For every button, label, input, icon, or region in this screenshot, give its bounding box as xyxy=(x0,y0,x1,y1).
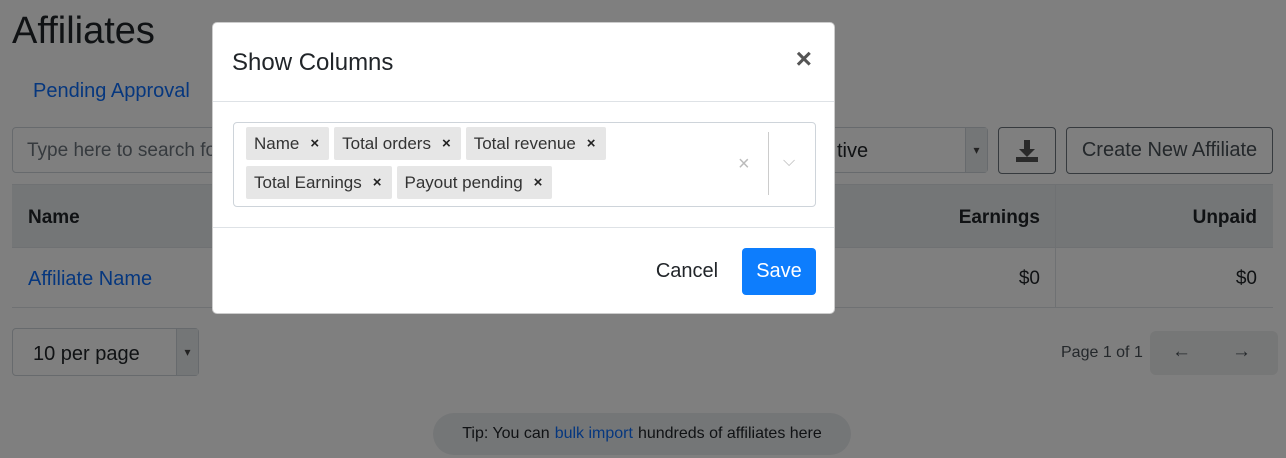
show-columns-modal: Show Columns × Name × Total orders × Total… xyxy=(212,22,835,314)
chip-remove-icon[interactable]: × xyxy=(523,174,553,191)
chip-remove-icon[interactable]: × xyxy=(299,135,329,152)
modal-title: Show Columns xyxy=(232,49,394,76)
chip-payout-pending: Payout pending × xyxy=(396,166,553,199)
chip-total-revenue: Total revenue × xyxy=(465,127,606,160)
clear-all-icon[interactable]: × xyxy=(738,153,750,176)
save-button[interactable]: Save xyxy=(742,248,816,295)
chip-name: Name × xyxy=(246,127,330,160)
multiselect-separator xyxy=(768,132,769,195)
modal-footer: Cancel Save xyxy=(213,228,834,314)
chip-label: Total revenue xyxy=(473,133,576,153)
chip-label: Total orders xyxy=(342,133,431,153)
chip-remove-icon[interactable]: × xyxy=(362,174,392,191)
cancel-button[interactable]: Cancel xyxy=(643,248,731,295)
modal-body: Name × Total orders × Total revenue × Total… xyxy=(213,102,834,228)
chip-total-earnings: Total Earnings × xyxy=(246,166,392,199)
chip-label: Name xyxy=(254,133,300,153)
chip-remove-icon[interactable]: × xyxy=(576,135,606,152)
close-icon[interactable]: × xyxy=(796,45,812,73)
chip-remove-icon[interactable]: × xyxy=(431,135,461,152)
modal-header: Show Columns × xyxy=(213,23,834,102)
chip-label: Payout pending xyxy=(404,172,523,192)
selected-chips: Name × Total orders × Total revenue × Total… xyxy=(246,127,726,199)
chevron-down-icon[interactable]: ⌵ xyxy=(783,153,795,171)
chip-label: Total Earnings xyxy=(254,172,362,192)
chip-total-orders: Total orders × xyxy=(334,127,461,160)
columns-multiselect[interactable]: Name × Total orders × Total revenue × Total… xyxy=(233,122,816,207)
